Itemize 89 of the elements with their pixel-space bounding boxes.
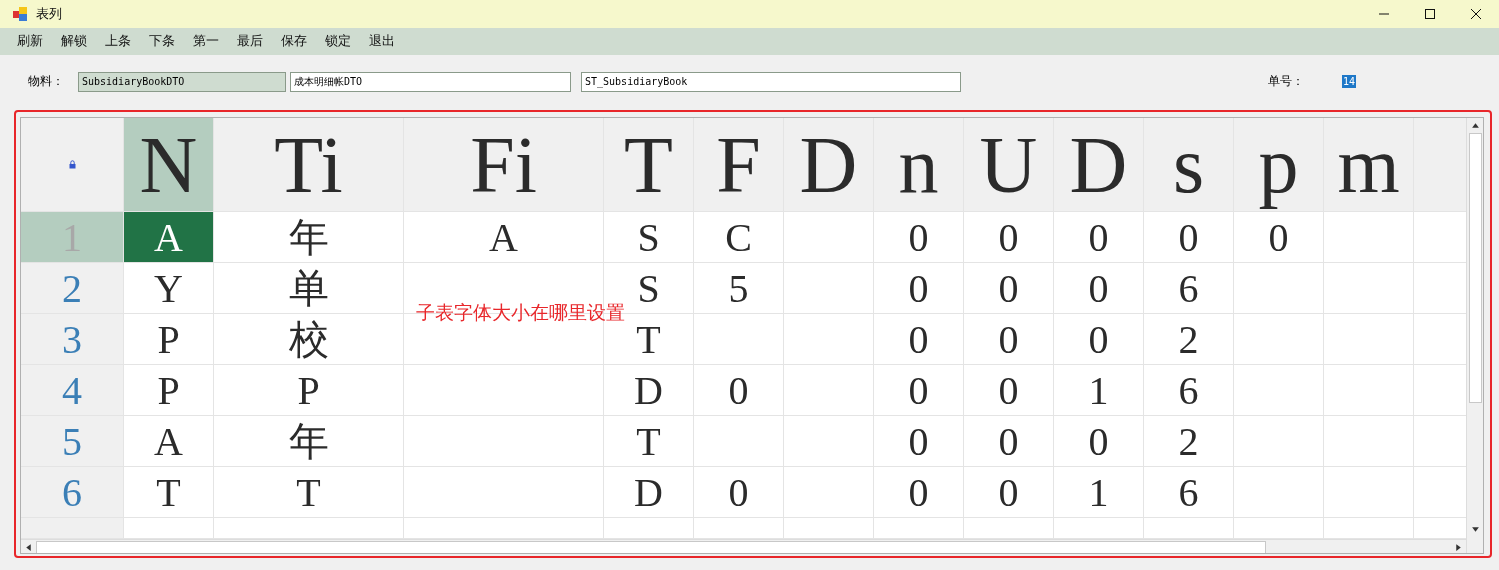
field-label: 物料： xyxy=(28,73,64,90)
table-cell: T xyxy=(604,416,694,467)
row-header[interactable]: 4 xyxy=(21,365,124,416)
left-arrow-icon[interactable] xyxy=(24,543,33,552)
table-cell: 0 xyxy=(964,365,1054,416)
row-header[interactable]: 2 xyxy=(21,263,124,314)
table-cell: 年 xyxy=(214,212,404,263)
table-cell: 2 xyxy=(1144,314,1234,365)
table-cell: 0 xyxy=(694,467,784,518)
scrollbar-thumb[interactable] xyxy=(1468,133,1482,403)
menu-item[interactable]: 最后 xyxy=(230,30,270,53)
field-label: 单号： xyxy=(1268,73,1304,90)
table-cell: 0 xyxy=(874,212,964,263)
table-cell: 年 xyxy=(214,416,404,467)
table-cell: 0 xyxy=(1054,314,1144,365)
table-cell: Y xyxy=(124,263,214,314)
menu-item[interactable]: 刷新 xyxy=(10,30,50,53)
table-cell: 单 xyxy=(214,263,404,314)
table-cell: 0 xyxy=(694,365,784,416)
menu-item[interactable]: 锁定 xyxy=(318,30,358,53)
table-cell: D xyxy=(604,365,694,416)
table-cell: 0 xyxy=(1054,263,1144,314)
up-arrow-icon[interactable] xyxy=(1470,121,1480,130)
menu-item[interactable]: 解锁 xyxy=(54,30,94,53)
scrollbar-thumb[interactable] xyxy=(36,541,1266,553)
table-cell: 校 xyxy=(214,314,404,365)
table-cell: A xyxy=(124,416,214,467)
table-cell: D xyxy=(604,467,694,518)
table-cell: 0 xyxy=(874,467,964,518)
table-cell: 6 xyxy=(1144,365,1234,416)
table-cell: 0 xyxy=(964,416,1054,467)
table-cell: 0 xyxy=(874,263,964,314)
down-arrow-icon[interactable] xyxy=(1470,525,1480,534)
lock-icon xyxy=(68,160,76,169)
table-cell: P xyxy=(124,314,214,365)
menu-item[interactable]: 上条 xyxy=(98,30,138,53)
table-cell: 0 xyxy=(964,467,1054,518)
column-header[interactable]: Fi xyxy=(404,118,604,212)
column-header[interactable]: p xyxy=(1234,118,1324,212)
table-cell: 0 xyxy=(1144,212,1234,263)
table-cell: 1 xyxy=(1054,467,1144,518)
menu-item[interactable]: 下条 xyxy=(142,30,182,53)
table-cell: 0 xyxy=(1234,212,1324,263)
input-field[interactable]: ST_SubsidiaryBook xyxy=(581,71,961,92)
table-cell: T xyxy=(124,467,214,518)
table-cell: 0 xyxy=(964,212,1054,263)
column-header[interactable]: s xyxy=(1144,118,1234,212)
table-cell: 0 xyxy=(874,314,964,365)
table-cell: 2 xyxy=(1144,416,1234,467)
column-header[interactable]: T xyxy=(604,118,694,212)
table-cell: P xyxy=(214,365,404,416)
table-cell: 0 xyxy=(874,365,964,416)
table-cell: 5 xyxy=(694,263,784,314)
table-cell: 1 xyxy=(1054,365,1144,416)
input-field[interactable]: SubsidiaryBookDTO xyxy=(78,71,286,92)
close-icon xyxy=(1470,8,1482,20)
column-header[interactable]: D xyxy=(784,118,874,212)
app-icon xyxy=(12,6,28,22)
table-cell: 6 xyxy=(1144,263,1234,314)
menu-item[interactable]: 退出 xyxy=(362,30,402,53)
table-cell: A xyxy=(124,212,214,263)
table-cell: 0 xyxy=(964,263,1054,314)
table-cell: 0 xyxy=(964,314,1054,365)
maximize-icon xyxy=(1424,8,1436,20)
row-header[interactable]: 3 xyxy=(21,314,124,365)
window-title: 表列 xyxy=(36,5,63,23)
right-arrow-icon[interactable] xyxy=(1454,543,1464,552)
table-cell: 0 xyxy=(1054,212,1144,263)
menu-item[interactable]: 保存 xyxy=(274,30,314,53)
table-cell: S xyxy=(604,212,694,263)
column-header[interactable]: U xyxy=(964,118,1054,212)
column-header[interactable]: F xyxy=(694,118,784,212)
table-cell: T xyxy=(214,467,404,518)
menu-item[interactable]: 第一 xyxy=(186,30,226,53)
table-cell: A xyxy=(404,212,604,263)
column-header[interactable]: Ti xyxy=(214,118,404,212)
row-header[interactable]: 5 xyxy=(21,416,124,467)
column-header[interactable]: N xyxy=(124,118,214,212)
column-header[interactable]: D xyxy=(1054,118,1144,212)
row-header[interactable]: 6 xyxy=(21,467,124,518)
table-cell: 0 xyxy=(874,416,964,467)
column-header[interactable]: m xyxy=(1324,118,1414,212)
number-value: 14 xyxy=(1342,75,1357,88)
input-field[interactable]: 成本明细帐DTO xyxy=(290,71,571,92)
table-cell: P xyxy=(124,365,214,416)
table-cell: 6 xyxy=(1144,467,1234,518)
column-header[interactable]: n xyxy=(874,118,964,212)
table-cell: C xyxy=(694,212,784,263)
table-cell: 0 xyxy=(1054,416,1144,467)
